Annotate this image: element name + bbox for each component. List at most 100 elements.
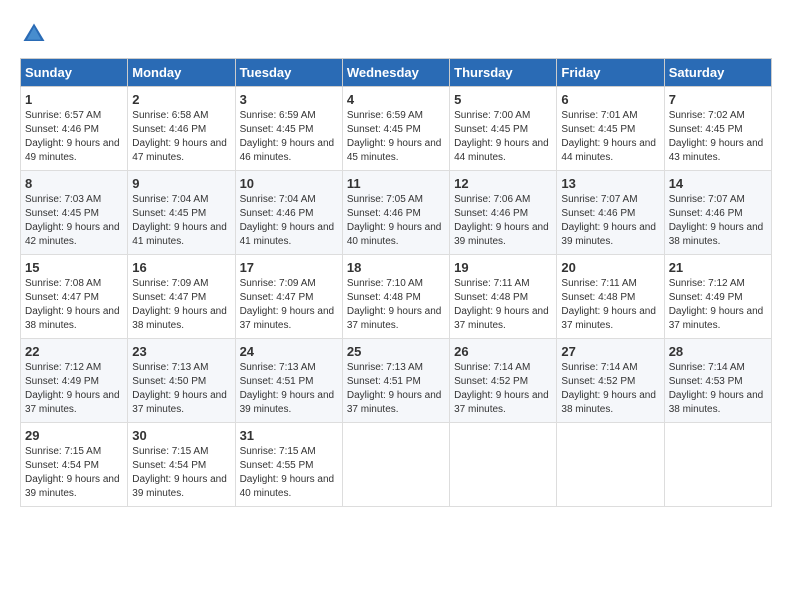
- day-detail: Sunrise: 7:14 AMSunset: 4:52 PMDaylight:…: [561, 362, 656, 415]
- day-detail: Sunrise: 7:10 AMSunset: 4:48 PMDaylight:…: [347, 278, 442, 331]
- day-detail: Sunrise: 7:15 AMSunset: 4:54 PMDaylight:…: [25, 446, 120, 499]
- day-number: 24: [240, 344, 338, 359]
- day-number: 28: [669, 344, 767, 359]
- calendar-cell: 10 Sunrise: 7:04 AMSunset: 4:46 PMDaylig…: [235, 171, 342, 255]
- calendar-cell: 8 Sunrise: 7:03 AMSunset: 4:45 PMDayligh…: [21, 171, 128, 255]
- day-number: 19: [454, 260, 552, 275]
- calendar-cell: 30 Sunrise: 7:15 AMSunset: 4:54 PMDaylig…: [128, 423, 235, 507]
- day-detail: Sunrise: 7:14 AMSunset: 4:52 PMDaylight:…: [454, 362, 549, 415]
- day-number: 13: [561, 176, 659, 191]
- calendar-cell: 13 Sunrise: 7:07 AMSunset: 4:46 PMDaylig…: [557, 171, 664, 255]
- day-detail: Sunrise: 7:00 AMSunset: 4:45 PMDaylight:…: [454, 110, 549, 163]
- calendar-cell: 22 Sunrise: 7:12 AMSunset: 4:49 PMDaylig…: [21, 339, 128, 423]
- weekday-header-row: SundayMondayTuesdayWednesdayThursdayFrid…: [21, 59, 772, 87]
- day-detail: Sunrise: 7:06 AMSunset: 4:46 PMDaylight:…: [454, 194, 549, 247]
- calendar-cell: 21 Sunrise: 7:12 AMSunset: 4:49 PMDaylig…: [664, 255, 771, 339]
- day-number: 2: [132, 92, 230, 107]
- day-number: 8: [25, 176, 123, 191]
- calendar-cell: [450, 423, 557, 507]
- day-detail: Sunrise: 7:07 AMSunset: 4:46 PMDaylight:…: [669, 194, 764, 247]
- day-detail: Sunrise: 7:11 AMSunset: 4:48 PMDaylight:…: [561, 278, 656, 331]
- day-number: 12: [454, 176, 552, 191]
- day-number: 21: [669, 260, 767, 275]
- day-number: 30: [132, 428, 230, 443]
- calendar-cell: 15 Sunrise: 7:08 AMSunset: 4:47 PMDaylig…: [21, 255, 128, 339]
- calendar-cell: 5 Sunrise: 7:00 AMSunset: 4:45 PMDayligh…: [450, 87, 557, 171]
- day-number: 18: [347, 260, 445, 275]
- day-number: 10: [240, 176, 338, 191]
- day-detail: Sunrise: 7:13 AMSunset: 4:51 PMDaylight:…: [240, 362, 335, 415]
- calendar-cell: [342, 423, 449, 507]
- calendar-cell: 1 Sunrise: 6:57 AMSunset: 4:46 PMDayligh…: [21, 87, 128, 171]
- calendar-cell: [557, 423, 664, 507]
- day-number: 27: [561, 344, 659, 359]
- calendar-cell: [664, 423, 771, 507]
- weekday-header-thursday: Thursday: [450, 59, 557, 87]
- calendar-cell: 16 Sunrise: 7:09 AMSunset: 4:47 PMDaylig…: [128, 255, 235, 339]
- calendar-cell: 25 Sunrise: 7:13 AMSunset: 4:51 PMDaylig…: [342, 339, 449, 423]
- day-detail: Sunrise: 7:08 AMSunset: 4:47 PMDaylight:…: [25, 278, 120, 331]
- calendar-cell: 23 Sunrise: 7:13 AMSunset: 4:50 PMDaylig…: [128, 339, 235, 423]
- week-row-4: 22 Sunrise: 7:12 AMSunset: 4:49 PMDaylig…: [21, 339, 772, 423]
- day-number: 20: [561, 260, 659, 275]
- day-detail: Sunrise: 7:12 AMSunset: 4:49 PMDaylight:…: [25, 362, 120, 415]
- calendar-cell: 24 Sunrise: 7:13 AMSunset: 4:51 PMDaylig…: [235, 339, 342, 423]
- day-number: 23: [132, 344, 230, 359]
- week-row-1: 1 Sunrise: 6:57 AMSunset: 4:46 PMDayligh…: [21, 87, 772, 171]
- day-number: 15: [25, 260, 123, 275]
- day-detail: Sunrise: 6:57 AMSunset: 4:46 PMDaylight:…: [25, 110, 120, 163]
- day-detail: Sunrise: 7:04 AMSunset: 4:46 PMDaylight:…: [240, 194, 335, 247]
- day-number: 16: [132, 260, 230, 275]
- day-detail: Sunrise: 7:07 AMSunset: 4:46 PMDaylight:…: [561, 194, 656, 247]
- day-number: 5: [454, 92, 552, 107]
- day-detail: Sunrise: 7:02 AMSunset: 4:45 PMDaylight:…: [669, 110, 764, 163]
- weekday-header-sunday: Sunday: [21, 59, 128, 87]
- day-number: 31: [240, 428, 338, 443]
- day-number: 6: [561, 92, 659, 107]
- calendar-body: 1 Sunrise: 6:57 AMSunset: 4:46 PMDayligh…: [21, 87, 772, 507]
- calendar-cell: 3 Sunrise: 6:59 AMSunset: 4:45 PMDayligh…: [235, 87, 342, 171]
- calendar-cell: 14 Sunrise: 7:07 AMSunset: 4:46 PMDaylig…: [664, 171, 771, 255]
- week-row-5: 29 Sunrise: 7:15 AMSunset: 4:54 PMDaylig…: [21, 423, 772, 507]
- calendar-cell: 2 Sunrise: 6:58 AMSunset: 4:46 PMDayligh…: [128, 87, 235, 171]
- page-header: [20, 20, 772, 48]
- calendar-cell: 31 Sunrise: 7:15 AMSunset: 4:55 PMDaylig…: [235, 423, 342, 507]
- calendar-cell: 17 Sunrise: 7:09 AMSunset: 4:47 PMDaylig…: [235, 255, 342, 339]
- week-row-2: 8 Sunrise: 7:03 AMSunset: 4:45 PMDayligh…: [21, 171, 772, 255]
- day-number: 14: [669, 176, 767, 191]
- day-number: 11: [347, 176, 445, 191]
- day-detail: Sunrise: 7:15 AMSunset: 4:55 PMDaylight:…: [240, 446, 335, 499]
- logo-icon: [20, 20, 48, 48]
- day-number: 26: [454, 344, 552, 359]
- calendar-cell: 29 Sunrise: 7:15 AMSunset: 4:54 PMDaylig…: [21, 423, 128, 507]
- day-detail: Sunrise: 7:11 AMSunset: 4:48 PMDaylight:…: [454, 278, 549, 331]
- weekday-header-friday: Friday: [557, 59, 664, 87]
- calendar-table: SundayMondayTuesdayWednesdayThursdayFrid…: [20, 58, 772, 507]
- day-number: 22: [25, 344, 123, 359]
- day-number: 29: [25, 428, 123, 443]
- weekday-header-tuesday: Tuesday: [235, 59, 342, 87]
- weekday-header-saturday: Saturday: [664, 59, 771, 87]
- logo: [20, 20, 52, 48]
- day-detail: Sunrise: 7:12 AMSunset: 4:49 PMDaylight:…: [669, 278, 764, 331]
- day-detail: Sunrise: 7:04 AMSunset: 4:45 PMDaylight:…: [132, 194, 227, 247]
- day-detail: Sunrise: 7:13 AMSunset: 4:50 PMDaylight:…: [132, 362, 227, 415]
- day-number: 1: [25, 92, 123, 107]
- calendar-cell: 28 Sunrise: 7:14 AMSunset: 4:53 PMDaylig…: [664, 339, 771, 423]
- day-number: 4: [347, 92, 445, 107]
- calendar-cell: 4 Sunrise: 6:59 AMSunset: 4:45 PMDayligh…: [342, 87, 449, 171]
- day-detail: Sunrise: 7:15 AMSunset: 4:54 PMDaylight:…: [132, 446, 227, 499]
- day-detail: Sunrise: 7:09 AMSunset: 4:47 PMDaylight:…: [132, 278, 227, 331]
- calendar-cell: 20 Sunrise: 7:11 AMSunset: 4:48 PMDaylig…: [557, 255, 664, 339]
- calendar-cell: 7 Sunrise: 7:02 AMSunset: 4:45 PMDayligh…: [664, 87, 771, 171]
- weekday-header-wednesday: Wednesday: [342, 59, 449, 87]
- calendar-cell: 27 Sunrise: 7:14 AMSunset: 4:52 PMDaylig…: [557, 339, 664, 423]
- day-detail: Sunrise: 7:13 AMSunset: 4:51 PMDaylight:…: [347, 362, 442, 415]
- day-detail: Sunrise: 7:01 AMSunset: 4:45 PMDaylight:…: [561, 110, 656, 163]
- day-number: 17: [240, 260, 338, 275]
- week-row-3: 15 Sunrise: 7:08 AMSunset: 4:47 PMDaylig…: [21, 255, 772, 339]
- calendar-cell: 6 Sunrise: 7:01 AMSunset: 4:45 PMDayligh…: [557, 87, 664, 171]
- day-number: 25: [347, 344, 445, 359]
- weekday-header-monday: Monday: [128, 59, 235, 87]
- day-detail: Sunrise: 7:14 AMSunset: 4:53 PMDaylight:…: [669, 362, 764, 415]
